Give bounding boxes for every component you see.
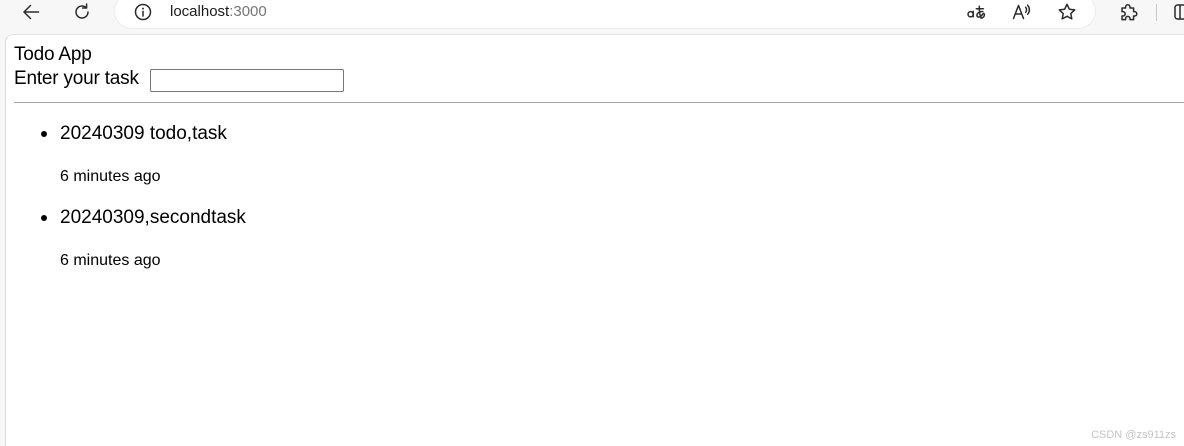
refresh-icon[interactable] [72,2,92,22]
translate-icon[interactable] [966,2,986,22]
address-bar[interactable]: localhost:3000 [115,0,1095,28]
task-input[interactable] [150,69,344,92]
todo-timestamp: 6 minutes ago [60,168,161,185]
page-content: Todo App Enter your task 20240309 todo,t… [5,34,1184,446]
back-button[interactable] [21,2,41,22]
star-shape [1058,3,1076,20]
star-icon[interactable] [1057,2,1077,22]
back-arrow-shape [23,4,40,20]
extensions-button[interactable] [1118,2,1138,22]
info-icon[interactable] [134,3,152,21]
app-title: Todo App [14,44,92,65]
list-bullet [41,215,47,221]
address-port: :3000 [229,3,267,20]
read-aloud-wave-large-shape [1026,4,1031,15]
split-screen-icon[interactable] [1174,3,1184,21]
read-aloud-letter-shape [1012,4,1025,20]
todo-item: 20240309,secondtask 6 minutes ago [41,207,301,270]
toolbar-divider [1156,4,1157,21]
horizontal-rule [14,102,1184,103]
todo-text: 20240309 todo,task [60,123,227,144]
refresh-button[interactable] [72,2,92,22]
watermark: CSDN @zs911zs [1091,429,1176,441]
favorite-button[interactable] [1057,2,1077,22]
site-info-button[interactable] [134,3,152,21]
translate-button[interactable] [966,2,986,22]
read-aloud-icon[interactable] [1011,2,1031,22]
puzzle-icon[interactable] [1118,2,1138,22]
task-input-label: Enter your task [14,68,139,89]
back-arrow-icon[interactable] [21,2,41,22]
address-url[interactable]: localhost:3000 [170,3,267,21]
read-aloud-button[interactable] [1011,2,1031,22]
list-bullet [41,131,47,137]
todo-timestamp: 6 minutes ago [60,252,161,269]
address-host: localhost [170,3,230,20]
info-dot-shape [142,7,144,10]
puzzle-shape [1121,4,1138,21]
read-aloud-wave-small-shape [1024,6,1028,13]
translate-latin-bowl-shape [967,10,974,18]
browser-toolbar: localhost:3000 [0,0,1184,34]
todo-text: 20240309,secondtask [60,207,246,228]
split-screen-button[interactable] [1174,3,1184,21]
todo-item: 20240309 todo,task 6 minutes ago [41,123,301,186]
